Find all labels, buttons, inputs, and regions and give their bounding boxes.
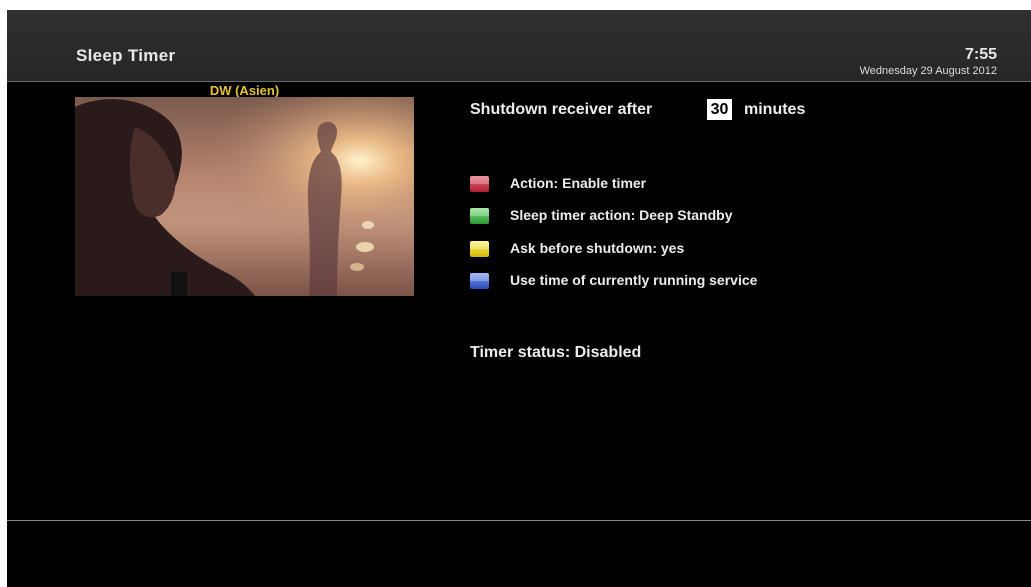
- live-tv-preview: [75, 97, 414, 296]
- blue-key-icon: [470, 273, 489, 289]
- minutes-input[interactable]: 30: [707, 99, 732, 120]
- clock: 7:55: [964, 46, 997, 63]
- option-label: Sleep timer action: Deep Standby: [510, 207, 733, 223]
- sleep-timer-screen: Sleep Timer 7:55 Wednesday 29 August 201…: [7, 10, 1031, 587]
- option-label: Action: Enable timer: [510, 175, 647, 191]
- footer-divider: [7, 520, 1031, 521]
- title-bar: Sleep Timer 7:55 Wednesday 29 August 201…: [7, 10, 1031, 82]
- channel-name: DW (Asien): [209, 83, 280, 98]
- yellow-key-icon: [470, 241, 489, 257]
- date: Wednesday 29 August 2012: [859, 65, 997, 77]
- timer-status: Timer status: Disabled: [470, 344, 642, 361]
- shutdown-setting-label: Shutdown receiver after: [470, 101, 653, 118]
- screen-title: Sleep Timer: [76, 46, 176, 65]
- minutes-unit-label: minutes: [744, 101, 806, 118]
- preview-image: [75, 97, 414, 296]
- red-key-icon: [470, 176, 489, 192]
- option-label: Use time of currently running service: [510, 272, 758, 288]
- option-label: Ask before shutdown: yes: [510, 240, 685, 256]
- green-key-icon: [470, 208, 489, 224]
